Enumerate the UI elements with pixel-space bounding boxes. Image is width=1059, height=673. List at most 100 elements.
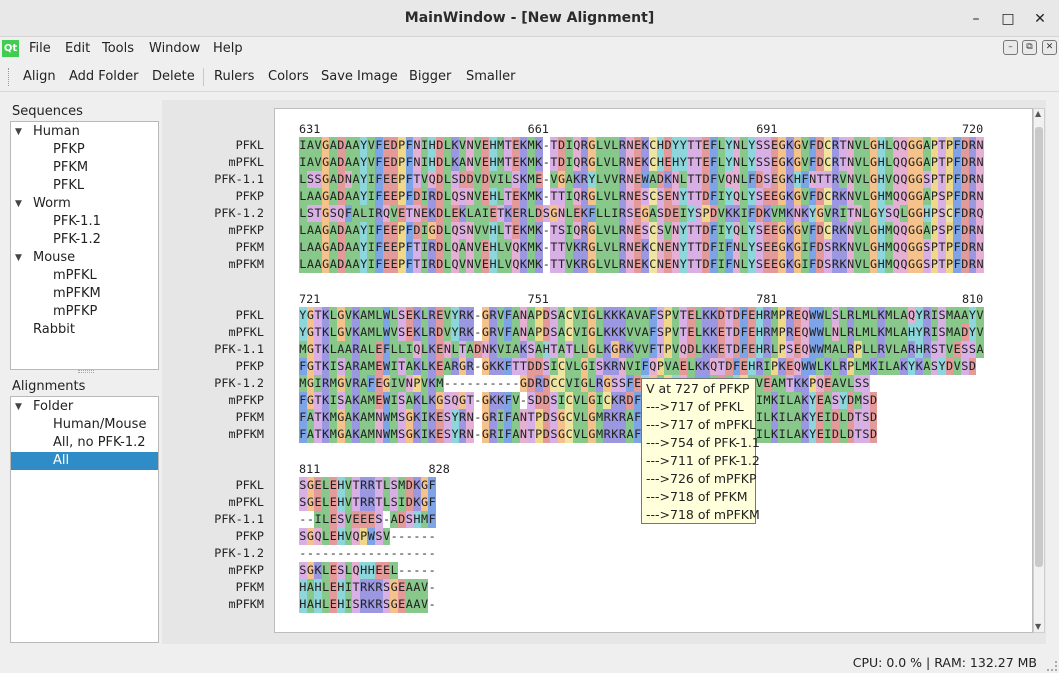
sequence-row[interactable]: LAAGADAAYIFEEPFTIRDLQANVEHLVQKMK-TTVKRGL… <box>299 239 984 256</box>
alignment-item[interactable]: All <box>11 452 158 470</box>
scrollbar-thumb[interactable] <box>1035 127 1043 567</box>
sequence-item[interactable]: mPFKP <box>11 303 158 321</box>
menu-edit[interactable]: Edit <box>65 41 90 56</box>
sequence-item[interactable]: PFKM <box>11 159 158 177</box>
sequence-name: PFK-1.2 <box>214 376 264 390</box>
menu-window[interactable]: Window <box>149 41 200 56</box>
sequence-row[interactable]: YGTKLGVKAMLWLSEKLREVYRK-GRVFANAPDSACVIGL… <box>299 307 984 324</box>
sequence-row[interactable]: FATKMGAKAMNWMSGKIKESYRN-GRIFANTPDSGCVLGM… <box>299 409 878 426</box>
sequence-name: mPFKL <box>228 495 264 509</box>
scroll-down-icon[interactable]: ▼ <box>1035 622 1041 631</box>
sequence-item[interactable]: ▼ Worm <box>11 195 158 213</box>
sequence-row[interactable]: SGELEHVTRRTLSMDKGF <box>299 477 436 494</box>
alignment-item-label: All, no PFK-1.2 <box>53 435 146 450</box>
window-title: MainWindow - [New Alignment] <box>404 10 655 26</box>
sequence-item[interactable]: PFK-1.1 <box>11 213 158 231</box>
sequence-name: PFKM <box>235 240 264 254</box>
sequence-item[interactable]: PFKP <box>11 141 158 159</box>
sequence-row[interactable]: FGTKISARAMEWITAKLKEARGR-GKKFTTDDSICVLGIS… <box>299 358 977 375</box>
smaller-button[interactable]: Smaller <box>466 69 515 84</box>
expand-arrow-icon[interactable]: ▼ <box>15 123 22 141</box>
sequence-row[interactable]: LAAGADAAYIFEEPFDIRDLQSNVEHLTEKMK-TTIQRGL… <box>299 188 984 205</box>
sequence-name: mPFKM <box>228 597 264 611</box>
close-icon[interactable]: ✕ <box>1030 9 1050 29</box>
minimize-icon[interactable]: – <box>966 9 986 29</box>
sequence-row[interactable]: YGTKLGVKAMLWVSEKLRDVYRK-GRVFANAPDSACVIGL… <box>299 324 984 341</box>
sequence-row[interactable]: FATKMGAKAMNWMSGKIKESYRN-GRIFANTPDSGCVLGM… <box>299 426 878 443</box>
sequence-row[interactable]: MGTKLAARALEFLLIQLKENLTADNKVIAKSAHTATLLGL… <box>299 341 984 358</box>
rulers-button[interactable]: Rulers <box>214 69 254 84</box>
colors-button[interactable]: Colors <box>268 69 309 84</box>
sequence-item[interactable]: PFKL <box>11 177 158 195</box>
mdi-close-icon[interactable]: ✕ <box>1042 40 1057 55</box>
sequence-row[interactable]: SGELEHVTRRTLSIDKGF <box>299 494 436 511</box>
align-button[interactable]: Align <box>23 69 56 84</box>
ruler-number: 751 <box>527 292 549 306</box>
sequence-row[interactable]: LSTGSQFALIRQVETNEKDLEKLAIETKERLDSGNLEKFL… <box>299 205 984 222</box>
mdi-restore-icon[interactable]: ⧉ <box>1022 40 1037 55</box>
sequence-item-label: Worm <box>33 196 71 211</box>
sequence-name: PFKL <box>235 138 264 152</box>
sequence-item-label: Mouse <box>33 250 76 265</box>
sequence-name: mPFKP <box>228 563 264 577</box>
status-text: CPU: 0.0 % | RAM: 132.27 MB <box>852 655 1037 670</box>
sequence-row[interactable]: IAVGADAAYVFEDPFNIHDLKVNVEHMTEKMK-TDIQRGL… <box>299 137 984 154</box>
vertical-scrollbar[interactable]: ▲ ▼ <box>1033 108 1045 633</box>
sequence-row[interactable]: ------------------ <box>299 545 436 562</box>
sequence-row[interactable]: --ILESVEEES-ADSHMF <box>299 511 436 528</box>
alignment-item-label: All <box>53 453 70 468</box>
sequence-name: PFKM <box>235 580 264 594</box>
sequence-item[interactable]: ▼ Human <box>11 123 158 141</box>
save-image-button[interactable]: Save Image <box>321 69 398 84</box>
sequence-item[interactable]: PFK-1.2 <box>11 231 158 249</box>
sequence-item[interactable]: Rabbit <box>11 321 158 339</box>
sequence-row[interactable]: IAVGADAAYVFEDPFNIHDLKANVEHMTEKMK-TDIQRGL… <box>299 154 984 171</box>
delete-button[interactable]: Delete <box>152 69 195 84</box>
alignment-item[interactable]: Human/Mouse <box>11 416 158 434</box>
sequence-row[interactable]: MGIRMGVRAFEGIVNPVKM----------GDRDCCVIGLR… <box>299 375 870 392</box>
sequence-item[interactable]: mPFKM <box>11 285 158 303</box>
sequence-row[interactable]: LAAGADAAYIFEEPFTIRDLQVNVEHLVQKMK-TTVKRGL… <box>299 256 984 273</box>
menu-help[interactable]: Help <box>213 41 243 56</box>
expand-arrow-icon[interactable]: ▼ <box>15 195 22 213</box>
mdi-minimize-icon[interactable]: – <box>1003 40 1018 55</box>
sequence-row[interactable]: LSSGADNAYIFEEPFTVQDLSDDVDVILSKME-VGAKRYL… <box>299 171 984 188</box>
tooltip-line: V at 727 of PFKP <box>646 381 750 396</box>
size-grip-icon[interactable] <box>1047 661 1057 671</box>
menu-file[interactable]: File <box>29 41 51 56</box>
sequence-item[interactable]: ▼ Mouse <box>11 249 158 267</box>
qt-logo-icon: Qt <box>2 40 19 57</box>
sequence-row[interactable]: LAAGADAAYIFEEPFDIGDLQSNVVHLTEKMK-TSIQRGL… <box>299 222 984 239</box>
sequence-row[interactable]: FGTKISAKAMEWISAKLKGSQGT-GKKFV-SDDSICVLGI… <box>299 392 878 409</box>
alignment-item-label: Folder <box>33 399 74 414</box>
scroll-up-icon[interactable]: ▲ <box>1035 109 1041 118</box>
tooltip-line: --->754 of PFK-1.1 <box>646 435 760 450</box>
splitter-handle[interactable] <box>78 370 94 373</box>
sequence-row[interactable]: HAHLEHISRKRSGEAAV- <box>299 596 436 613</box>
sequence-item-label: mPFKL <box>53 268 97 283</box>
ruler-number: 691 <box>756 122 778 136</box>
sequence-name: PFK-1.1 <box>214 172 264 186</box>
alignment-item[interactable]: All, no PFK-1.2 <box>11 434 158 452</box>
sequence-row[interactable]: HAHLEHITRKRSGEAAV- <box>299 579 436 596</box>
sequences-tree[interactable]: ▼ Human PFKP PFKM PFKL ▼ Worm PFK-1.1 PFK-1.2 ▼ Mo… <box>10 121 159 370</box>
sequence-name: PFK-1.2 <box>214 546 264 560</box>
sequence-name: PFKP <box>235 189 264 203</box>
sequences-label: Sequences <box>12 104 83 119</box>
expand-arrow-icon[interactable]: ▼ <box>15 249 22 267</box>
alignment-item-label: Human/Mouse <box>53 417 147 432</box>
sequence-row[interactable]: SGKLESLQHHEEL----- <box>299 562 436 579</box>
sequence-item-label: Human <box>33 124 80 139</box>
maximize-icon[interactable]: □ <box>998 9 1018 29</box>
expand-arrow-icon[interactable]: ▼ <box>15 398 22 416</box>
bigger-button[interactable]: Bigger <box>409 69 451 84</box>
sequence-item[interactable]: mPFKL <box>11 267 158 285</box>
ruler-number: 810 <box>961 292 984 306</box>
alignment-item[interactable]: ▼ Folder <box>11 398 158 416</box>
sequence-row[interactable]: SGQLEHVQPWSV------ <box>299 528 436 545</box>
toolbar-grip-icon[interactable] <box>8 68 11 86</box>
menu-tools[interactable]: Tools <box>102 41 134 56</box>
alignments-tree[interactable]: ▼ Folder Human/Mouse All, no PFK-1.2 All <box>10 396 159 643</box>
add-folder-button[interactable]: Add Folder <box>69 69 138 84</box>
menu-bar: Qt File Edit Tools Window Help – ⧉ ✕ <box>0 37 1059 60</box>
